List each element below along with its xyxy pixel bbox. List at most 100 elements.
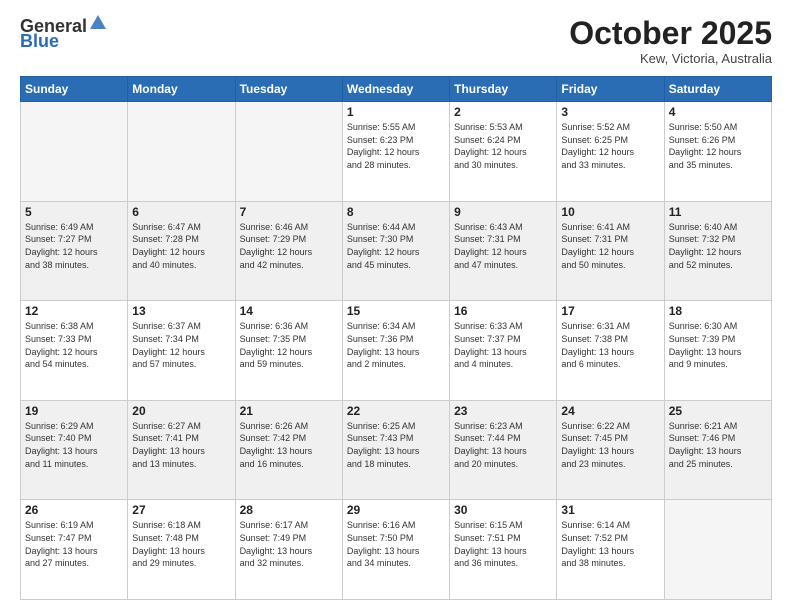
day-info: Sunrise: 6:25 AM Sunset: 7:43 PM Dayligh… (347, 420, 445, 470)
day-number: 7 (240, 205, 338, 219)
table-row: 19 Sunrise: 6:29 AM Sunset: 7:40 PM Dayli… (21, 400, 128, 500)
day-number: 26 (25, 503, 123, 517)
day-number: 9 (454, 205, 552, 219)
day-number: 16 (454, 304, 552, 318)
col-thursday: Thursday (450, 77, 557, 102)
col-sunday: Sunday (21, 77, 128, 102)
day-info: Sunrise: 6:46 AM Sunset: 7:29 PM Dayligh… (240, 221, 338, 271)
table-row (664, 500, 771, 600)
day-info: Sunrise: 5:50 AM Sunset: 6:26 PM Dayligh… (669, 121, 767, 171)
table-row (128, 102, 235, 202)
day-number: 14 (240, 304, 338, 318)
table-row: 29 Sunrise: 6:16 AM Sunset: 7:50 PM Dayli… (342, 500, 449, 600)
day-info: Sunrise: 6:40 AM Sunset: 7:32 PM Dayligh… (669, 221, 767, 271)
day-number: 4 (669, 105, 767, 119)
day-info: Sunrise: 6:38 AM Sunset: 7:33 PM Dayligh… (25, 320, 123, 370)
table-row: 13Sunrise: 6:37 AM Sunset: 7:34 PM Dayli… (128, 301, 235, 401)
day-info: Sunrise: 6:43 AM Sunset: 7:31 PM Dayligh… (454, 221, 552, 271)
col-friday: Friday (557, 77, 664, 102)
day-number: 23 (454, 404, 552, 418)
day-info: Sunrise: 5:55 AM Sunset: 6:23 PM Dayligh… (347, 121, 445, 171)
table-row: 31 Sunrise: 6:14 AM Sunset: 7:52 PM Dayli… (557, 500, 664, 600)
day-info: Sunrise: 6:44 AM Sunset: 7:30 PM Dayligh… (347, 221, 445, 271)
day-info: Sunrise: 6:36 AM Sunset: 7:35 PM Dayligh… (240, 320, 338, 370)
day-number: 17 (561, 304, 659, 318)
day-number: 27 (132, 503, 230, 517)
day-info: Sunrise: 6:23 AM Sunset: 7:44 PM Dayligh… (454, 420, 552, 470)
day-info: Sunrise: 6:47 AM Sunset: 7:28 PM Dayligh… (132, 221, 230, 271)
logo: General Blue (20, 16, 108, 52)
day-info: Sunrise: 6:26 AM Sunset: 7:42 PM Dayligh… (240, 420, 338, 470)
day-number: 10 (561, 205, 659, 219)
day-number: 31 (561, 503, 659, 517)
table-row: 3Sunrise: 5:52 AM Sunset: 6:25 PM Daylig… (557, 102, 664, 202)
table-row: 21 Sunrise: 6:26 AM Sunset: 7:42 PM Dayli… (235, 400, 342, 500)
table-row: 10 Sunrise: 6:41 AM Sunset: 7:31 PM Dayli… (557, 201, 664, 301)
day-info: Sunrise: 6:16 AM Sunset: 7:50 PM Dayligh… (347, 519, 445, 569)
table-row: 25 Sunrise: 6:21 AM Sunset: 7:46 PM Dayli… (664, 400, 771, 500)
table-row: 23 Sunrise: 6:23 AM Sunset: 7:44 PM Dayli… (450, 400, 557, 500)
day-number: 18 (669, 304, 767, 318)
month-title: October 2025 (569, 16, 772, 51)
table-row (21, 102, 128, 202)
day-number: 21 (240, 404, 338, 418)
day-number: 28 (240, 503, 338, 517)
header: General Blue October 2025 Kew, Victoria,… (20, 16, 772, 66)
calendar-week-row: 1 Sunrise: 5:55 AM Sunset: 6:23 PM Daylig… (21, 102, 772, 202)
day-info: Sunrise: 6:18 AM Sunset: 7:48 PM Dayligh… (132, 519, 230, 569)
table-row: 8 Sunrise: 6:44 AM Sunset: 7:30 PM Daylig… (342, 201, 449, 301)
day-number: 6 (132, 205, 230, 219)
day-info: Sunrise: 6:29 AM Sunset: 7:40 PM Dayligh… (25, 420, 123, 470)
table-row: 5 Sunrise: 6:49 AM Sunset: 7:27 PM Daylig… (21, 201, 128, 301)
table-row: 20 Sunrise: 6:27 AM Sunset: 7:41 PM Dayli… (128, 400, 235, 500)
table-row: 12 Sunrise: 6:38 AM Sunset: 7:33 PM Dayli… (21, 301, 128, 401)
col-monday: Monday (128, 77, 235, 102)
table-row: 30Sunrise: 6:15 AM Sunset: 7:51 PM Dayli… (450, 500, 557, 600)
day-number: 12 (25, 304, 123, 318)
table-row: 1 Sunrise: 5:55 AM Sunset: 6:23 PM Daylig… (342, 102, 449, 202)
table-row: 27 Sunrise: 6:18 AM Sunset: 7:48 PM Dayli… (128, 500, 235, 600)
day-number: 2 (454, 105, 552, 119)
day-number: 24 (561, 404, 659, 418)
col-tuesday: Tuesday (235, 77, 342, 102)
table-row: 2 Sunrise: 5:53 AM Sunset: 6:24 PM Daylig… (450, 102, 557, 202)
col-saturday: Saturday (664, 77, 771, 102)
table-row: 24 Sunrise: 6:22 AM Sunset: 7:45 PM Dayli… (557, 400, 664, 500)
table-row: 15Sunrise: 6:34 AM Sunset: 7:36 PM Dayli… (342, 301, 449, 401)
day-number: 1 (347, 105, 445, 119)
day-info: Sunrise: 6:31 AM Sunset: 7:38 PM Dayligh… (561, 320, 659, 370)
day-info: Sunrise: 6:21 AM Sunset: 7:46 PM Dayligh… (669, 420, 767, 470)
calendar-week-row: 26 Sunrise: 6:19 AM Sunset: 7:47 PM Dayli… (21, 500, 772, 600)
table-row: 16Sunrise: 6:33 AM Sunset: 7:37 PM Dayli… (450, 301, 557, 401)
day-info: Sunrise: 5:53 AM Sunset: 6:24 PM Dayligh… (454, 121, 552, 171)
table-row: 9 Sunrise: 6:43 AM Sunset: 7:31 PM Daylig… (450, 201, 557, 301)
table-row: 7 Sunrise: 6:46 AM Sunset: 7:29 PM Daylig… (235, 201, 342, 301)
calendar-week-row: 12 Sunrise: 6:38 AM Sunset: 7:33 PM Dayli… (21, 301, 772, 401)
table-row: 4 Sunrise: 5:50 AM Sunset: 6:26 PM Daylig… (664, 102, 771, 202)
day-number: 5 (25, 205, 123, 219)
day-number: 22 (347, 404, 445, 418)
day-number: 19 (25, 404, 123, 418)
day-number: 3 (561, 105, 659, 119)
day-info: Sunrise: 6:41 AM Sunset: 7:31 PM Dayligh… (561, 221, 659, 271)
day-info: Sunrise: 6:14 AM Sunset: 7:52 PM Dayligh… (561, 519, 659, 569)
day-number: 20 (132, 404, 230, 418)
day-info: Sunrise: 6:37 AM Sunset: 7:34 PM Dayligh… (132, 320, 230, 370)
location: Kew, Victoria, Australia (569, 51, 772, 66)
day-number: 8 (347, 205, 445, 219)
day-info: Sunrise: 6:15 AM Sunset: 7:51 PM Dayligh… (454, 519, 552, 569)
day-info: Sunrise: 6:19 AM Sunset: 7:47 PM Dayligh… (25, 519, 123, 569)
table-row (235, 102, 342, 202)
day-info: Sunrise: 6:49 AM Sunset: 7:27 PM Dayligh… (25, 221, 123, 271)
table-row: 26 Sunrise: 6:19 AM Sunset: 7:47 PM Dayli… (21, 500, 128, 600)
calendar-table: Sunday Monday Tuesday Wednesday Thursday… (20, 76, 772, 600)
day-number: 15 (347, 304, 445, 318)
header-row: Sunday Monday Tuesday Wednesday Thursday… (21, 77, 772, 102)
day-number: 29 (347, 503, 445, 517)
table-row: 18Sunrise: 6:30 AM Sunset: 7:39 PM Dayli… (664, 301, 771, 401)
table-row: 17 Sunrise: 6:31 AM Sunset: 7:38 PM Dayli… (557, 301, 664, 401)
day-info: Sunrise: 6:27 AM Sunset: 7:41 PM Dayligh… (132, 420, 230, 470)
day-number: 25 (669, 404, 767, 418)
calendar-week-row: 19 Sunrise: 6:29 AM Sunset: 7:40 PM Dayli… (21, 400, 772, 500)
day-info: Sunrise: 6:22 AM Sunset: 7:45 PM Dayligh… (561, 420, 659, 470)
